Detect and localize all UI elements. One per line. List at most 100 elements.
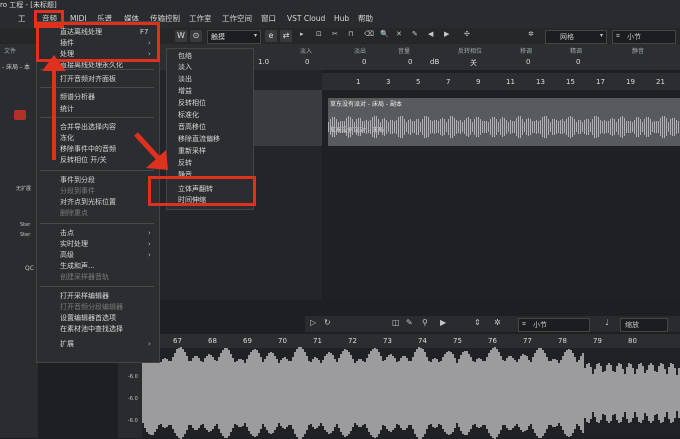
audio-menu-item[interactable]: 击点	[60, 228, 74, 239]
play-icon[interactable]: ▷	[310, 318, 316, 327]
range-icon[interactable]: ⊡	[316, 30, 322, 38]
waveform-sample	[442, 118, 443, 136]
waveform-sample	[490, 118, 491, 136]
e-button[interactable]: e	[265, 30, 277, 42]
range-select-icon[interactable]: ◫	[392, 318, 400, 327]
waveform-sample	[494, 116, 495, 138]
info-value-volume[interactable]: 0	[408, 58, 412, 66]
waveform-sample	[608, 120, 609, 134]
snap-toggle-icon[interactable]: ✲	[528, 30, 538, 42]
process-submenu-item[interactable]: 重新采样	[178, 146, 206, 157]
audio-menu-item[interactable]: 高级	[60, 250, 74, 261]
audio-event[interactable]: 草东没有派对 - 床局 - 副本 草东没有派对 - 床局	[328, 98, 680, 146]
quantize-select[interactable]: ⌗ 小节	[612, 30, 676, 44]
menu-item-hub[interactable]: Hub	[334, 12, 349, 26]
process-submenu-item[interactable]: 移除直流偏移	[178, 134, 220, 145]
info-label-transpose: 移调	[520, 48, 533, 55]
process-submenu-item[interactable]: 反转相位	[178, 98, 206, 109]
menu-item-window[interactable]: 窗口	[261, 12, 276, 26]
menu-item-vstcloud[interactable]: VST Cloud	[287, 12, 325, 26]
info-value-transpose[interactable]: 0	[526, 58, 530, 66]
process-submenu-item[interactable]: 反转	[178, 158, 192, 169]
process-submenu-item[interactable]: 淡入	[178, 62, 192, 73]
glue-icon[interactable]: ⊓	[348, 30, 353, 38]
waveform-sample	[396, 119, 397, 135]
info-value-invert[interactable]: 关	[470, 58, 477, 68]
waveform-sample	[404, 119, 405, 135]
info-value-fadeout[interactable]: 0	[362, 58, 366, 66]
waveform-sample	[362, 120, 363, 134]
split-icon[interactable]: ✂	[332, 30, 338, 38]
info-value-1[interactable]: 1.0	[258, 58, 269, 66]
audio-menu-item[interactable]: 设置编辑器首选项	[60, 313, 116, 324]
lower-quantize-select[interactable]: ⌗ 小节	[518, 318, 590, 332]
quantize-value: 小节	[627, 33, 641, 41]
inspector-label-qc[interactable]: QC	[25, 265, 34, 272]
info-value-fadein[interactable]: 0	[305, 58, 309, 66]
audio-menu-item[interactable]: 实时处理	[60, 239, 88, 250]
lower-ruler-number: 71	[313, 337, 322, 345]
loop-icon[interactable]: ↻	[324, 318, 331, 327]
pencil-icon[interactable]: ✎	[406, 318, 413, 327]
lower-quantize-value: 小节	[533, 321, 547, 329]
pencil-icon[interactable]: ✎	[412, 30, 418, 38]
waveform-sample	[452, 116, 453, 138]
audio-menu-item: 创建采样器音轨	[60, 273, 109, 281]
process-submenu-item[interactable]: 标准化	[178, 110, 199, 121]
menu-item-left[interactable]: 工	[18, 12, 26, 26]
mute-icon[interactable]: ✕	[396, 30, 402, 38]
process-submenu-item[interactable]: 淡出	[178, 74, 192, 85]
w-button[interactable]: W	[175, 30, 187, 42]
grid-icon: ⌗	[616, 32, 620, 40]
ruler-number: 5	[416, 78, 421, 86]
audio-menu-item[interactable]: 事件到分段	[60, 175, 95, 186]
process-submenu-item[interactable]: 增益	[178, 86, 192, 97]
waveform-sample	[398, 116, 399, 138]
audio-menu-item[interactable]: 对齐点到光标位置	[60, 197, 116, 208]
annotation-arrow-up	[42, 55, 66, 160]
pointer-icon[interactable]: ▸	[300, 30, 304, 38]
ruler-number: 15	[566, 78, 575, 86]
play-tool-icon[interactable]: ▶	[444, 30, 449, 38]
erase-icon[interactable]: ⌫	[364, 30, 374, 38]
waveform-sample	[530, 118, 531, 135]
waveform-sample	[496, 118, 497, 136]
info-label-fadein: 淡入	[300, 48, 313, 55]
snap-icon[interactable]: ✣	[464, 30, 470, 38]
snap-type-select[interactable]: 网格 ▾	[545, 30, 607, 44]
audio-menu-item[interactable]: 生成和声...	[60, 261, 95, 272]
audio-menu-item[interactable]: 打开采样编辑器	[60, 291, 109, 302]
waveform-sample	[338, 121, 339, 133]
track-header[interactable]	[250, 90, 322, 146]
sample-editor-waveform[interactable]	[142, 347, 680, 439]
waveform-sample	[444, 118, 445, 135]
process-submenu-item[interactable]: 包络	[178, 51, 192, 62]
waveform-sample	[652, 121, 653, 133]
waveform-sample	[500, 118, 501, 136]
zoom-mode-select[interactable]: 缩放	[620, 318, 668, 332]
info-value-finetune[interactable]: 0	[576, 58, 580, 66]
waveform-sample	[466, 117, 467, 137]
waveform-sample	[520, 116, 521, 138]
snap-toggle-icon[interactable]: ✲	[494, 318, 501, 327]
process-submenu-item[interactable]: 音高移位	[178, 122, 206, 133]
play-tool-icon[interactable]: ▶	[440, 318, 446, 327]
speaker-icon[interactable]: ◀	[428, 30, 433, 38]
waveform-sample	[470, 118, 471, 136]
audio-menu-item: 删除重点	[60, 209, 88, 217]
waveform-sample	[614, 118, 615, 136]
zoom-icon[interactable]: ⚲	[422, 318, 428, 327]
audio-menu-item: 打开音频分段编辑器	[60, 303, 123, 311]
menu-item-studio[interactable]: 工作室	[189, 12, 212, 26]
menu-item-help[interactable]: 帮助	[358, 12, 373, 26]
shuffle-icon[interactable]: ⇄	[280, 30, 292, 42]
hitpoint-icon[interactable]: ⇕	[474, 318, 481, 327]
automation-mode-select[interactable]: 触摸 ▾	[207, 30, 261, 44]
menu-item-workspace[interactable]: 工作空间	[222, 12, 252, 26]
waveform-sample	[428, 116, 429, 138]
record-button[interactable]	[14, 110, 26, 120]
touch-mode-icon[interactable]: ⊙	[190, 30, 202, 42]
audio-menu-item[interactable]: 扩展	[60, 339, 74, 350]
audio-menu-item[interactable]: 在素材池中查找选择	[60, 324, 123, 335]
zoom-icon[interactable]: 🔍	[380, 30, 389, 38]
